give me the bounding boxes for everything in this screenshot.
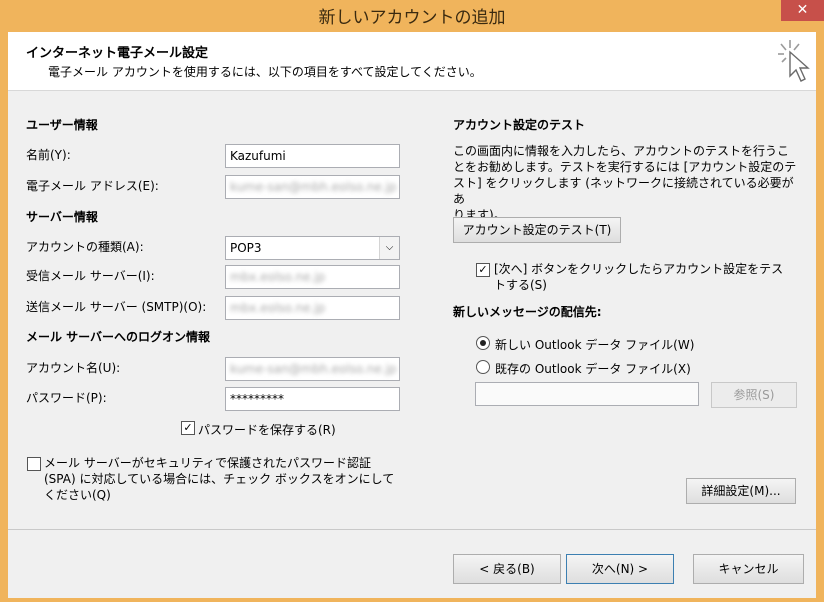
test-desc-line-1: この画面内に情報を入力したら、アカウントのテストを行うこ xyxy=(453,144,790,158)
outgoing-server-value: mbx.eolso.ne.jp xyxy=(230,301,326,315)
wizard-cursor-icon xyxy=(778,40,810,82)
dialog-header: インターネット電子メール設定 電子メール アカウントを使用するには、以下の項目を… xyxy=(8,32,816,91)
section-user-info: ユーザー情報 xyxy=(26,118,98,132)
cancel-button[interactable]: キャンセル xyxy=(693,554,804,584)
save-password-label: パスワードを保存する(R) xyxy=(198,423,336,437)
account-type-label: アカウントの種類(A): xyxy=(26,240,144,254)
test-desc-line-3: スト] をクリックします (ネットワークに接続されている必要があ xyxy=(453,176,794,206)
window-frame-right xyxy=(816,32,824,602)
account-name-input[interactable]: kume-san@mbh.eolso.ne.jp xyxy=(225,357,400,381)
section-test: アカウント設定のテスト xyxy=(453,118,586,132)
section-logon-info: メール サーバーへのログオン情報 xyxy=(26,330,211,344)
window-frame-left xyxy=(0,32,8,602)
name-input[interactable]: Kazufumi xyxy=(225,144,400,168)
password-label: パスワード(P): xyxy=(26,391,107,405)
outgoing-server-label: 送信メール サーバー (SMTP)(O): xyxy=(26,300,207,314)
new-data-file-label: 新しい Outlook データ ファイル(W) xyxy=(495,338,695,352)
header-subtitle: 電子メール アカウントを使用するには、以下の項目をすべて設定してください。 xyxy=(48,65,482,79)
auto-test-checkbox[interactable]: ✓ xyxy=(476,263,490,277)
email-label: 電子メール アドレス(E): xyxy=(26,179,159,193)
incoming-server-input[interactable]: mbx.eolso.ne.jp xyxy=(225,265,400,289)
new-data-file-radio[interactable] xyxy=(476,336,490,350)
close-button[interactable]: ✕ xyxy=(781,0,824,21)
account-type-value: POP3 xyxy=(230,241,262,255)
next-button[interactable]: 次へ(N) > xyxy=(566,554,674,584)
email-value: kume-san@mbh.eolso.ne.jp xyxy=(230,180,397,194)
spa-checkbox[interactable] xyxy=(27,457,41,471)
section-server-info: サーバー情報 xyxy=(26,210,98,224)
spa-label: メール サーバーがセキュリティで保護されたパスワード認証 (SPA) に対応して… xyxy=(44,455,404,503)
window-title: 新しいアカウントの追加 xyxy=(318,8,506,28)
account-type-select[interactable]: POP3 ⌵ xyxy=(225,236,400,260)
footer-separator xyxy=(8,529,816,530)
spa-label-line-3: ください(Q) xyxy=(44,488,111,502)
incoming-server-value: mbx.eolso.ne.jp xyxy=(230,270,326,284)
test-account-button[interactable]: アカウント設定のテスト(T) xyxy=(453,217,621,243)
existing-data-file-label: 既存の Outlook データ ファイル(X) xyxy=(495,362,691,376)
spa-label-line-1: メール サーバーがセキュリティで保護されたパスワード認証 xyxy=(44,456,371,470)
account-name-value: kume-san@mbh.eolso.ne.jp xyxy=(230,362,397,376)
test-description: この画面内に情報を入力したら、アカウントのテストを行うこ とをお勧めします。テス… xyxy=(453,143,805,223)
save-password-checkbox[interactable]: ✓ xyxy=(181,421,195,435)
name-label: 名前(Y): xyxy=(26,148,71,162)
window-frame-bottom xyxy=(0,598,824,602)
section-delivery: 新しいメッセージの配信先: xyxy=(453,305,602,319)
password-input[interactable]: ********* xyxy=(225,387,400,411)
incoming-server-label: 受信メール サーバー(I): xyxy=(26,269,155,283)
browse-button[interactable]: 参照(S) xyxy=(711,382,797,408)
auto-test-line-2: トする(S) xyxy=(494,278,547,292)
outgoing-server-input[interactable]: mbx.eolso.ne.jp xyxy=(225,296,400,320)
auto-test-line-1: [次へ] ボタンをクリックしたらアカウント設定をテス xyxy=(494,262,784,276)
spa-label-line-2: (SPA) に対応している場合には、チェック ボックスをオンにして xyxy=(44,472,395,486)
auto-test-label: [次へ] ボタンをクリックしたらアカウント設定をテス トする(S) xyxy=(494,261,794,293)
test-desc-line-2: とをお勧めします。テストを実行するには [アカウント設定のテ xyxy=(453,160,797,174)
back-button[interactable]: < 戻る(B) xyxy=(453,554,561,584)
account-name-label: アカウント名(U): xyxy=(26,361,121,375)
data-file-path-input[interactable] xyxy=(475,382,699,406)
more-settings-button[interactable]: 詳細設定(M)... xyxy=(686,478,796,504)
header-title: インターネット電子メール設定 xyxy=(26,46,209,61)
email-input[interactable]: kume-san@mbh.eolso.ne.jp xyxy=(225,175,400,199)
chevron-down-icon[interactable]: ⌵ xyxy=(379,237,399,259)
existing-data-file-radio[interactable] xyxy=(476,360,490,374)
